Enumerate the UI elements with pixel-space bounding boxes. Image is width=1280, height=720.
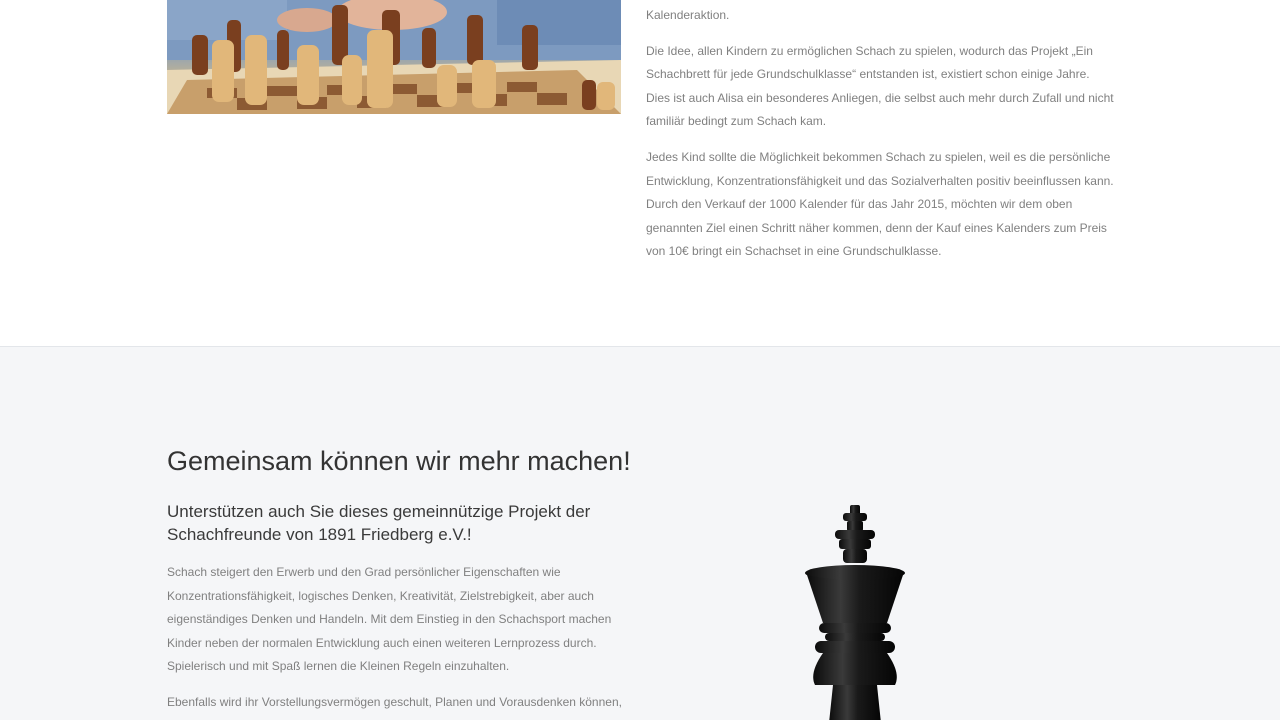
chess-photo	[167, 0, 621, 114]
paragraph: Die Idee, allen Kindern zu ermöglichen S…	[646, 43, 1114, 129]
support-text: Schach steigert den Erwerb und den Grad …	[167, 561, 627, 720]
calendar-text: Kalenderaktion. Die Idee, allen Kindern …	[646, 4, 1116, 276]
paragraph: Jedes Kind sollte die Möglichkeit bekomm…	[646, 149, 1114, 259]
chess-king-image	[805, 505, 905, 720]
paragraph: Kalenderaktion.	[646, 8, 730, 22]
section-heading: Gemeinsam können wir mehr machen!	[167, 446, 631, 476]
paragraph: Schach steigert den Erwerb und den Grad …	[167, 565, 612, 674]
section-subheading: Unterstützen auch Sie dieses gemeinnützi…	[167, 502, 591, 544]
paragraph: Ebenfalls wird ihr Vorstellungsvermögen …	[167, 694, 622, 709]
calendar-section: Kalenderaktion. Die Idee, allen Kindern …	[0, 0, 1280, 346]
chess-photo-illustration	[167, 0, 621, 114]
support-section: Gemeinsam können wir mehr machen! Unters…	[0, 346, 1280, 720]
